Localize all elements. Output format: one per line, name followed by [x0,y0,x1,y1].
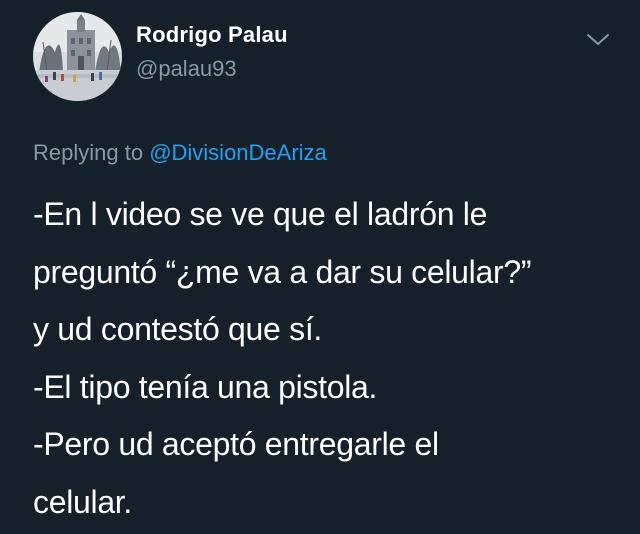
user-handle[interactable]: @palau93 [136,56,237,82]
user-avatar[interactable] [33,12,122,101]
avatar-photo-icon [33,12,122,101]
tweet-menu-button[interactable] [584,28,612,50]
tweet-text-line: celular. [33,483,132,520]
replying-to-label: Replying to [33,140,150,165]
reply-mention-link[interactable]: @DivisionDeAriza [149,140,327,165]
tweet-card: Rodrigo Palau @palau93 Replying to @Divi… [0,0,640,534]
tweet-text-line: -Pero ud aceptó entregarle el [33,426,439,462]
tweet-text: -En l video se ve que el ladrón le pregu… [33,186,623,531]
chevron-down-icon [587,34,609,45]
replying-to: Replying to @DivisionDeAriza [33,140,327,166]
tweet-text-line: -El tipo tenía una pistola. [33,368,378,405]
user-display-name[interactable]: Rodrigo Palau [136,22,288,48]
tweet-text-line: -En l video se ve que el ladrón le [33,196,488,232]
tweet-text-line: y ud contestó que sí. [33,311,322,347]
tweet-text-line: preguntó “¿me va a dar su celular?” [33,253,532,290]
